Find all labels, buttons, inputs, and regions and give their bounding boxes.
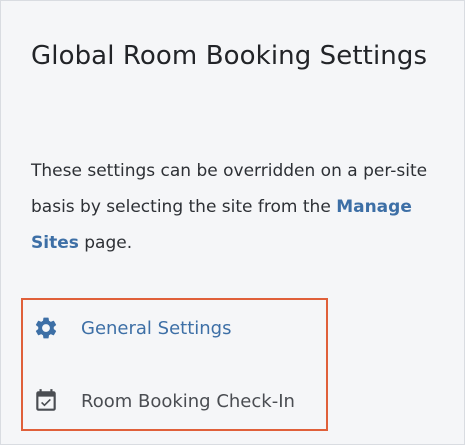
nav-item-room-booking-check-in-label: Room Booking Check-In — [81, 390, 295, 412]
settings-panel: Global Room Booking Settings These setti… — [0, 0, 465, 445]
description-text-after: page. — [78, 233, 133, 253]
gear-icon — [35, 317, 57, 339]
nav-item-general-settings[interactable]: General Settings — [23, 308, 326, 348]
calendar-check-icon — [36, 389, 56, 411]
page-description: These settings can be overridden on a pe… — [31, 153, 456, 261]
nav-item-general-settings-label: General Settings — [81, 317, 232, 339]
settings-nav-list: General Settings Room Booking Check-In — [21, 298, 328, 431]
nav-item-room-booking-check-in[interactable]: Room Booking Check-In — [23, 381, 326, 421]
page-title: Global Room Booking Settings — [31, 41, 428, 71]
